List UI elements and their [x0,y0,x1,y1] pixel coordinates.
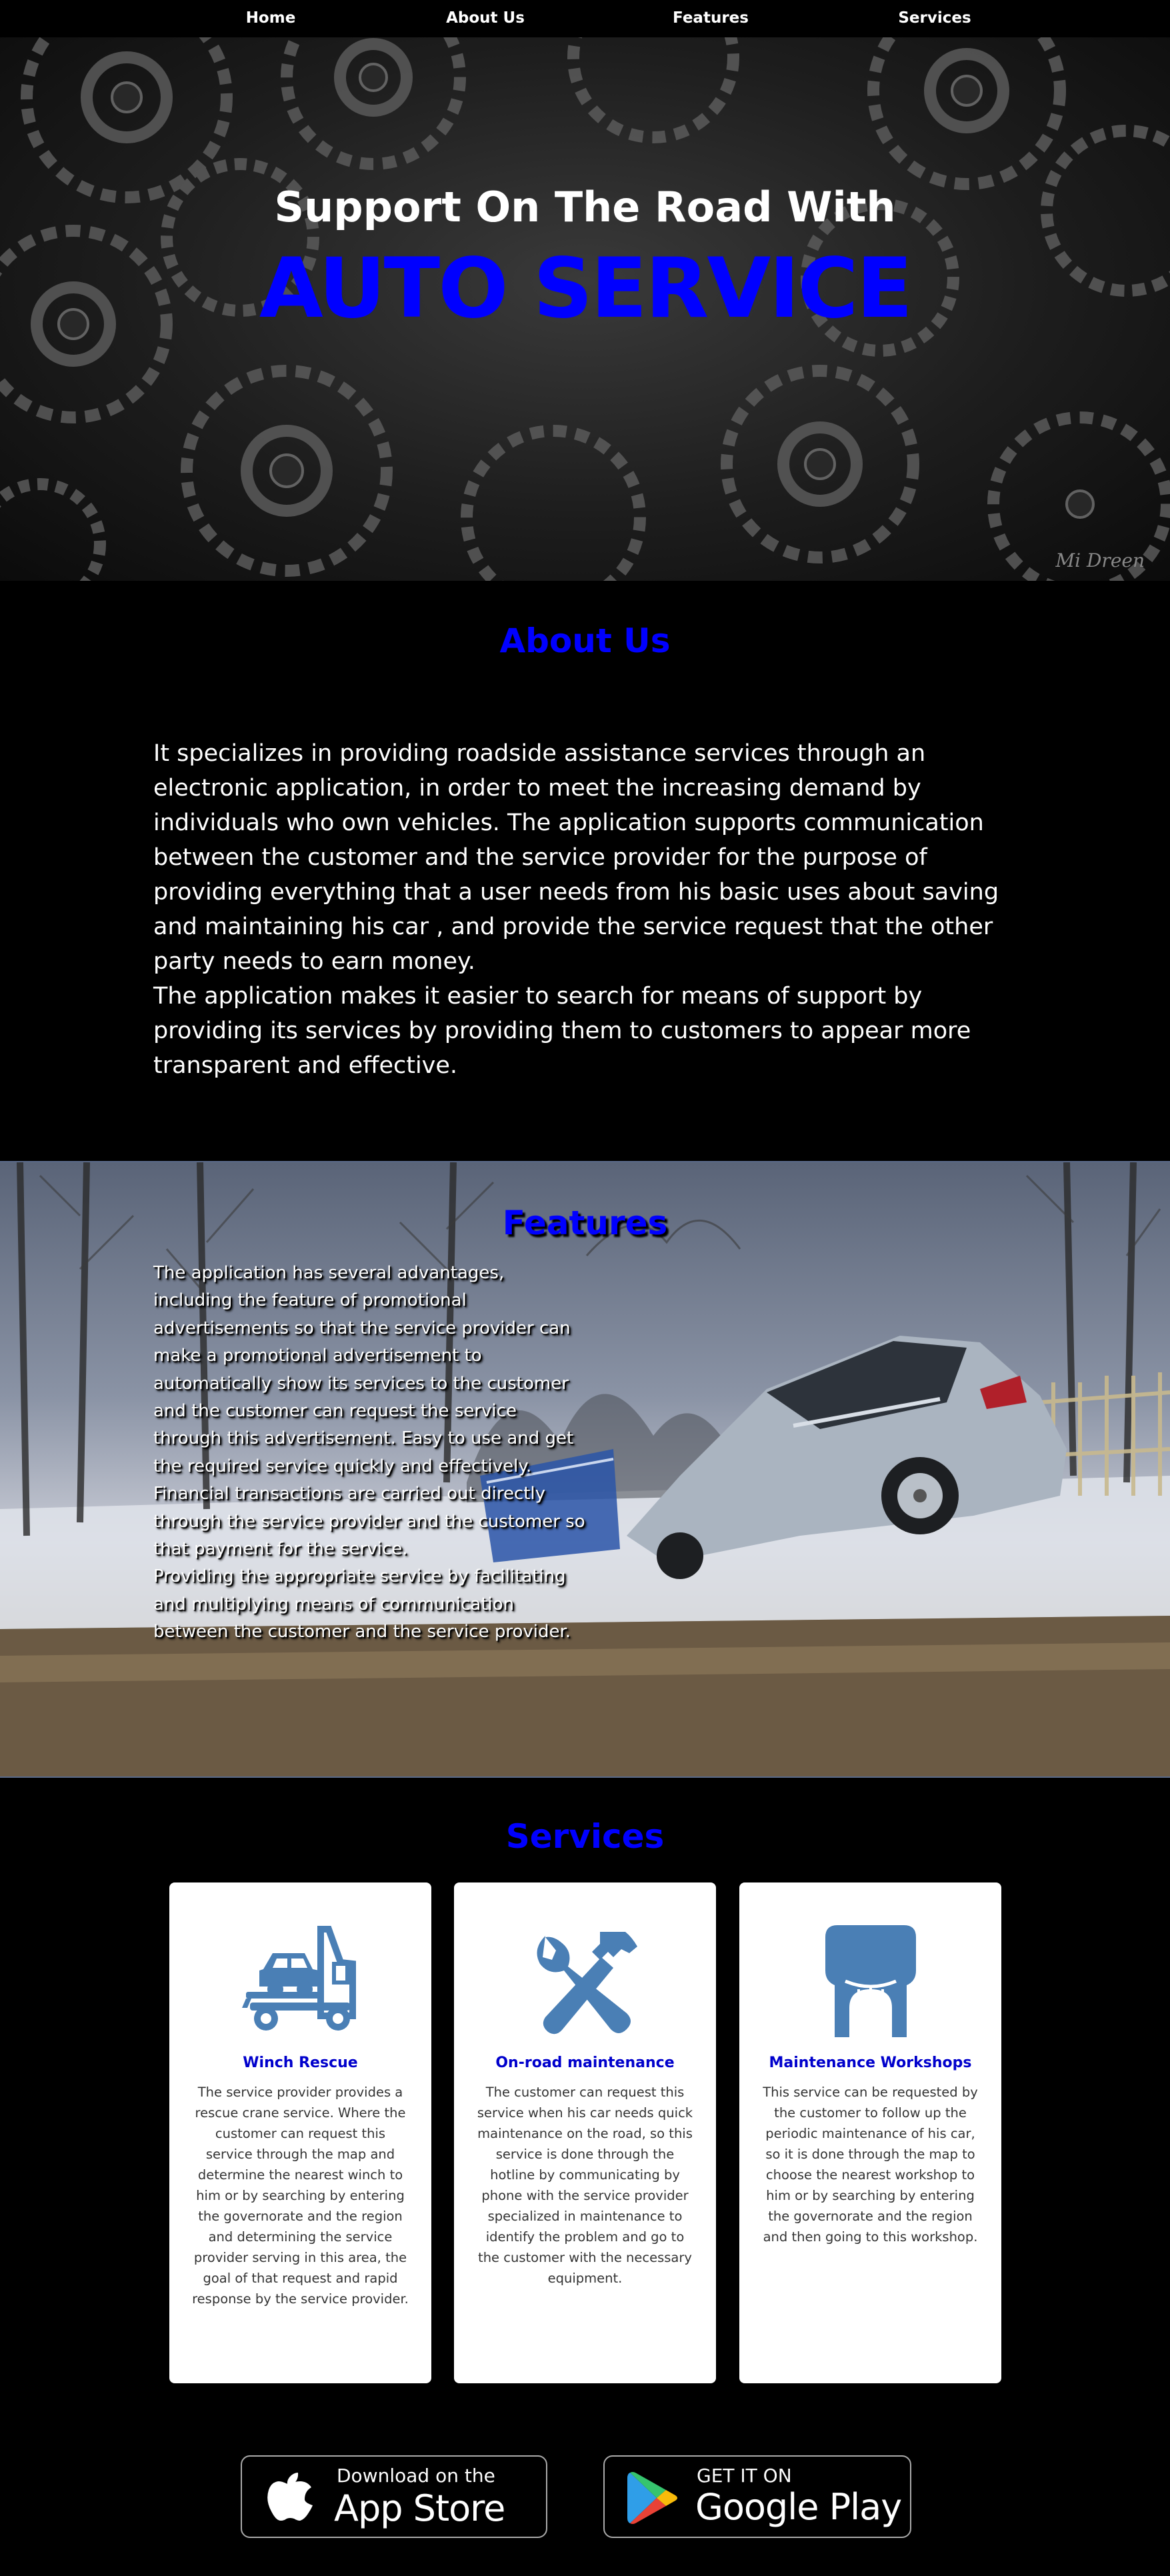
app-store-big-text: App Store [334,2487,505,2529]
tow-truck-icon [169,1922,431,2043]
service-card-text: The customer can request this service wh… [477,2085,693,2286]
nav-services-link[interactable]: Services [898,9,971,27]
nav-about-link[interactable]: About Us [446,9,525,27]
service-card-title: Maintenance Workshops [769,2055,972,2071]
service-card-text: The service provider provides a rescue c… [192,2085,409,2307]
features-paragraph-2: Financial transactions are carried out d… [153,1484,585,1560]
service-card-on-road-maintenance[interactable]: On-road maintenance The customer can req… [454,1882,716,2383]
service-card-title: On-road maintenance [495,2055,675,2071]
workshop-icon [739,1922,1001,2043]
wrench-hammer-icon [454,1922,716,2043]
top-navigation: Home About Us Features Services [0,0,1170,37]
app-store-small-text: Download on the [337,2465,495,2487]
features-paragraph-1: The application has several advantages, … [153,1263,574,1476]
about-paragraph-2: The application makes it easier to searc… [153,983,971,1079]
hero-subtitle: Support On The Road With [274,183,896,231]
about-section-title: About Us [499,621,671,660]
nav-home-link[interactable]: Home [246,9,296,27]
hero-banner: Support On The Road With AUTO SERVICE Mi… [0,37,1170,581]
service-card-text: This service can be requested by the cus… [763,2085,978,2245]
features-section-text: The application has several advantages, … [153,1260,587,1646]
service-card-winch-rescue[interactable]: Winch Rescue The service provider provid… [169,1882,431,2383]
features-section: Features The application has several adv… [0,1161,1170,1778]
about-section-text: It specializes in providing roadside ass… [153,736,1020,1083]
services-section-title: Services [505,1817,665,1856]
features-section-title: Features [502,1204,668,1242]
google-play-big-text: Google Play [695,2486,902,2528]
apple-icon [267,2473,313,2521]
hero-title: AUTO SERVICE [259,241,913,337]
nav-features-link[interactable]: Features [673,9,749,27]
google-play-icon [627,2472,677,2524]
google-play-small-text: GET IT ON [697,2465,792,2487]
photographer-signature: Mi Dreen [1055,549,1145,571]
features-paragraph-3: Providing the appropriate service by fac… [153,1566,571,1642]
about-paragraph-1: It specializes in providing roadside ass… [153,740,999,975]
app-store-badge[interactable]: Download on the App Store [241,2455,547,2538]
service-card-title: Winch Rescue [243,2055,358,2071]
service-card-maintenance-workshops[interactable]: Maintenance Workshops This service can b… [739,1882,1001,2383]
google-play-badge[interactable]: GET IT ON Google Play [603,2455,911,2538]
